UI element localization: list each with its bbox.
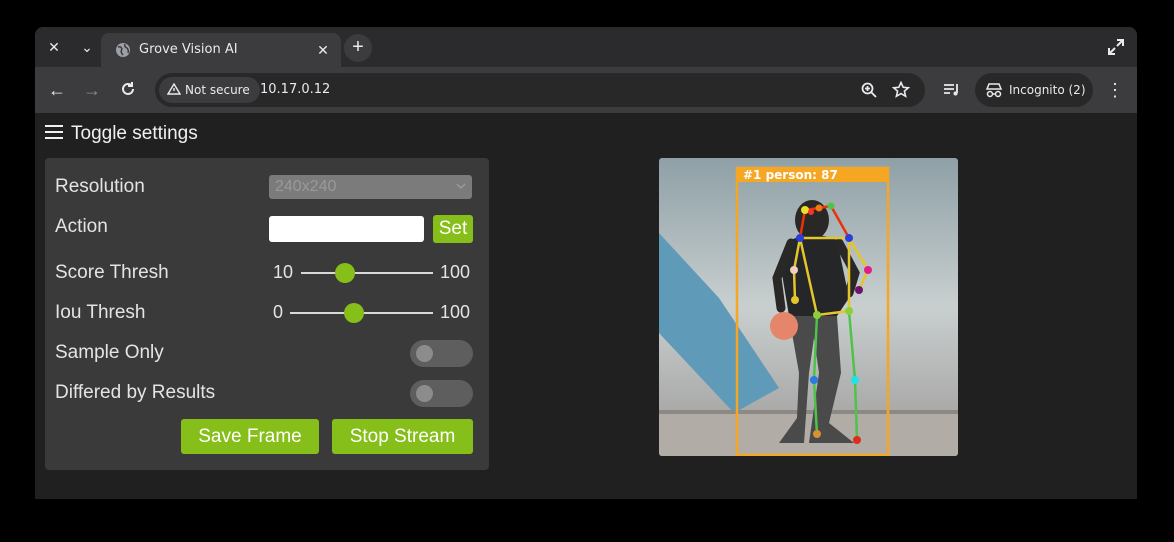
differed-by-results-label: Differed by Results — [55, 382, 216, 403]
sample-only-toggle[interactable] — [410, 340, 473, 367]
tab-strip: ✕ ⌄ Grove Vision AI ✕ + — [35, 27, 1137, 67]
toggle-settings-label: Toggle settings — [71, 123, 198, 144]
set-button[interactable]: Set — [433, 215, 473, 243]
fullscreen-icon[interactable] — [1107, 38, 1125, 56]
incognito-icon — [985, 83, 1003, 98]
stop-stream-button[interactable]: Stop Stream — [332, 419, 473, 454]
toggle-knob — [416, 345, 433, 362]
tab-search-chevron-icon[interactable]: ⌄ — [76, 36, 98, 58]
media-controls-icon[interactable] — [942, 80, 962, 100]
iou-thresh-label: Iou Thresh — [55, 302, 146, 323]
url-text[interactable]: 10.17.0.12 — [260, 82, 330, 97]
resolution-label: Resolution — [55, 176, 145, 197]
toggle-settings[interactable]: Toggle settings — [45, 123, 198, 145]
iou-thresh-thumb[interactable] — [344, 303, 365, 323]
close-window-icon[interactable]: ✕ — [43, 36, 65, 58]
browser-toolbar: ← → Not secure 10.17.0.12 Incognito (2) … — [35, 67, 1137, 113]
hamburger-icon — [45, 125, 63, 139]
differed-by-results-toggle[interactable] — [410, 380, 473, 407]
tab-close-icon[interactable]: ✕ — [313, 40, 333, 60]
score-thresh-max: 100 — [440, 262, 471, 282]
incognito-chip[interactable]: Incognito (2) — [975, 73, 1093, 107]
iou-thresh-max: 100 — [440, 302, 471, 322]
bookmark-star-icon[interactable] — [892, 81, 910, 99]
camera-frame: #1 person: 87 — [659, 158, 958, 456]
tab-grove-vision[interactable]: Grove Vision AI ✕ — [101, 33, 341, 67]
score-thresh-label: Score Thresh — [55, 262, 169, 283]
score-thresh-track[interactable] — [301, 272, 433, 274]
incognito-label: Incognito (2) — [1009, 83, 1086, 97]
score-thresh-min: 10 — [273, 262, 294, 282]
score-thresh-thumb[interactable] — [335, 263, 355, 283]
reload-icon[interactable] — [119, 80, 137, 98]
sample-only-label: Sample Only — [55, 342, 164, 363]
detection-label: #1 person: 87 — [743, 168, 838, 182]
new-tab-button[interactable]: + — [344, 34, 372, 62]
resolution-select[interactable]: 240x240 — [269, 175, 472, 199]
security-label: Not secure — [185, 83, 250, 97]
zoom-icon[interactable] — [860, 81, 878, 99]
address-bar[interactable]: Not secure 10.17.0.12 — [155, 73, 925, 107]
save-frame-button[interactable]: Save Frame — [181, 419, 319, 454]
tab-title: Grove Vision AI — [139, 42, 238, 57]
toggle-knob — [416, 385, 433, 402]
chevron-down-icon — [456, 183, 466, 190]
action-input[interactable] — [269, 216, 424, 242]
page-content: Toggle settings Resolution 240x240 Actio… — [35, 113, 1137, 499]
video-stream: #1 person: 87 — [659, 158, 958, 456]
iou-thresh-min: 0 — [273, 302, 284, 322]
security-chip[interactable]: Not secure — [159, 77, 260, 103]
browser-window: ✕ ⌄ Grove Vision AI ✕ + ← → Not secure 1… — [35, 27, 1137, 499]
warning-icon — [167, 83, 181, 95]
settings-panel: Resolution 240x240 Action Set Score Thre… — [45, 158, 489, 470]
back-icon[interactable]: ← — [46, 79, 68, 101]
browser-menu-icon[interactable]: ⋮ — [1105, 79, 1125, 101]
globe-icon — [116, 43, 130, 57]
action-label: Action — [55, 216, 108, 237]
resolution-value: 240x240 — [275, 178, 337, 195]
forward-icon[interactable]: → — [81, 79, 103, 101]
